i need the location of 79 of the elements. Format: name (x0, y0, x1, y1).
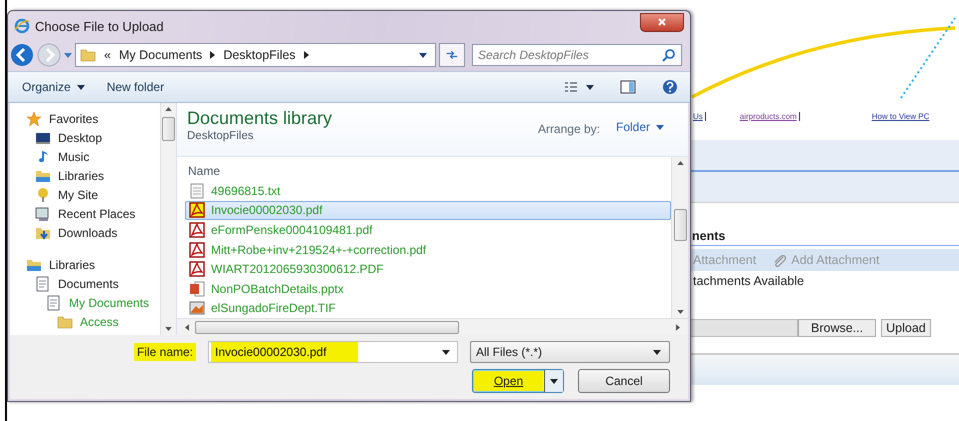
scroll-right-icon[interactable] (676, 324, 680, 330)
web-link[interactable]: airproducts.com (740, 112, 800, 121)
nav-item[interactable]: Libraries (49, 258, 96, 272)
file-type-dropdown[interactable]: All Files (*.*) (470, 341, 670, 363)
caret-icon[interactable] (419, 52, 427, 58)
nav-item[interactable]: Recent Places (58, 206, 136, 220)
open-button[interactable]: Open (472, 369, 564, 393)
star-icon (26, 110, 42, 126)
library-title: Documents library (187, 108, 334, 129)
new-folder-button[interactable]: New folder (102, 78, 168, 96)
file-row[interactable]: WIART2012065930300612.PDF (185, 259, 671, 279)
nav-item[interactable]: Desktop (58, 130, 102, 144)
file-path-field[interactable] (689, 319, 798, 337)
documents-icon (46, 294, 62, 310)
browser-icon (14, 18, 30, 34)
web-link[interactable]: Us (693, 112, 706, 121)
empty-message: tachments Available (692, 273, 804, 290)
search-icon[interactable] (662, 48, 676, 62)
breadcrumb[interactable]: DesktopFiles (223, 48, 296, 62)
column-header[interactable]: Name (185, 161, 224, 181)
file-row[interactable]: elSungadoFireDept.TIF (185, 298, 671, 318)
nav-item[interactable]: My Site (58, 188, 98, 202)
library-subtitle: DesktopFiles (187, 130, 254, 142)
arrange-dropdown[interactable]: Folder (610, 119, 670, 135)
caret-icon (653, 350, 661, 354)
folder-icon (57, 314, 73, 330)
close-icon (657, 17, 667, 27)
scrollbar-thumb[interactable] (162, 117, 175, 141)
folder-icon (80, 47, 96, 63)
preview-pane-icon[interactable] (620, 79, 636, 95)
view-list-icon[interactable] (564, 81, 594, 93)
documents-icon (35, 276, 51, 292)
address-overflow[interactable]: « (104, 48, 111, 62)
chevron-icon[interactable] (210, 51, 216, 59)
nav-item[interactable]: Documents (58, 276, 119, 290)
file-row[interactable]: 49696815.txt (185, 181, 671, 201)
refresh-button[interactable] (439, 43, 465, 67)
file-name-label: File name: (134, 343, 196, 361)
scroll-up-icon[interactable] (165, 107, 172, 111)
file-row[interactable]: NonPOBatchDetails.pptx (185, 278, 671, 298)
window-title: Choose File to Upload (35, 18, 164, 34)
nav-item[interactable]: My Documents (69, 296, 150, 310)
nav-item[interactable]: Access (80, 314, 119, 328)
caret-icon (656, 124, 664, 130)
help-icon[interactable] (662, 79, 678, 95)
paperclip-icon (772, 252, 788, 268)
caret-icon[interactable] (442, 350, 450, 355)
web-link[interactable]: How to View PC (872, 112, 932, 121)
scrollbar-thumb[interactable] (674, 209, 686, 241)
scroll-down-icon[interactable] (676, 310, 684, 314)
address-bar[interactable]: « My Documents DesktopFiles (75, 43, 436, 67)
caret-icon[interactable] (550, 378, 558, 384)
file-name-field[interactable]: Invocie00002030.pdf (208, 341, 458, 363)
search-field[interactable]: Search DesktopFiles (472, 44, 682, 66)
browse-button[interactable]: Browse... (798, 319, 876, 337)
caret-icon (76, 84, 85, 90)
nav-item[interactable]: Downloads (58, 226, 118, 240)
file-row[interactable]: eFormPenske0004109481.pdf (185, 220, 671, 240)
refresh-icon (446, 49, 458, 61)
organize-button[interactable]: Organize (18, 78, 89, 96)
scroll-up-icon[interactable] (676, 161, 684, 165)
arrange-label: Arrange by: (538, 122, 600, 136)
scrollbar[interactable] (671, 157, 688, 318)
scroll-left-icon[interactable] (185, 324, 189, 330)
section-heading: nents (689, 229, 959, 246)
cancel-button[interactable]: Cancel (578, 369, 670, 393)
nav-item[interactable]: Favorites (49, 112, 98, 126)
nav-item[interactable]: Libraries (58, 168, 104, 182)
upload-button[interactable]: Upload (881, 319, 931, 337)
nav-item[interactable]: Music (58, 150, 90, 164)
scroll-down-icon[interactable] (165, 327, 172, 331)
scrollbar-thumb[interactable] (195, 320, 459, 334)
scrollbar[interactable] (177, 318, 688, 335)
back-icon[interactable] (10, 43, 34, 67)
scrollbar[interactable] (160, 103, 176, 335)
close-button[interactable] (640, 12, 684, 32)
chevron-icon[interactable] (304, 51, 309, 59)
breadcrumb[interactable]: My Documents (118, 48, 202, 62)
file-row[interactable]: Mitt+Robe+inv+219524+-+correction.pdf (185, 240, 671, 260)
